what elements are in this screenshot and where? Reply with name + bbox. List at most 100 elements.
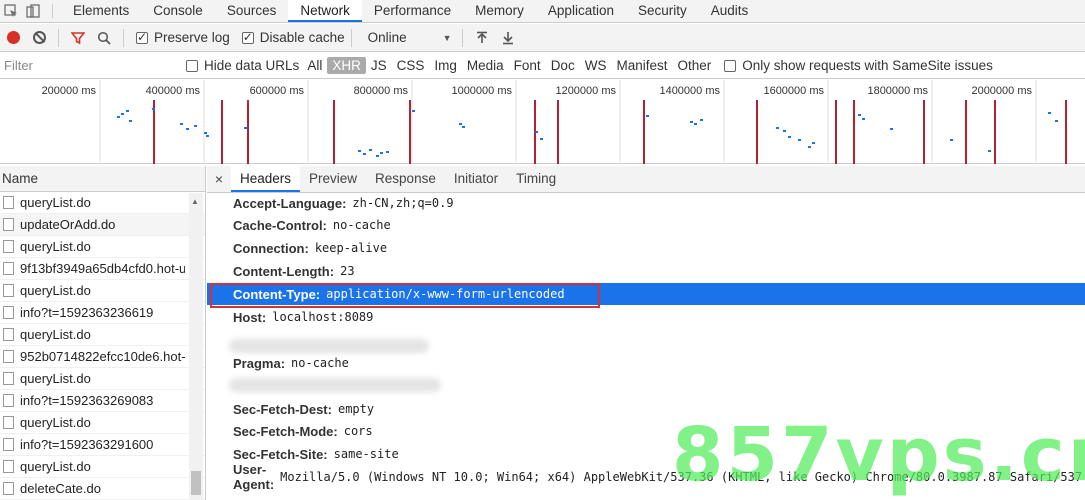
tab-elements[interactable]: Elements — [61, 0, 141, 22]
scrollbar-thumb[interactable] — [191, 471, 201, 495]
preserve-log-check[interactable] — [136, 30, 148, 44]
request-row[interactable]: queryList.do — [0, 236, 205, 258]
request-marker — [862, 118, 865, 120]
request-list-scrollbar[interactable]: ▲ — [189, 193, 203, 500]
request-name: 952b0714822efcc10de6.hot-u — [20, 349, 185, 364]
export-har-icon[interactable] — [495, 25, 521, 51]
disable-cache-check[interactable] — [241, 30, 254, 44]
scroll-up-icon[interactable]: ▲ — [191, 197, 199, 206]
tab-initiator[interactable]: Initiator — [445, 166, 507, 192]
tab-console[interactable]: Console — [141, 0, 215, 22]
samesite-issues-checkbox[interactable]: Only show requests with SameSite issues — [724, 58, 993, 73]
filter-type-xhr[interactable]: XHR — [327, 57, 366, 74]
header-key: Sec-Fetch-Mode: — [233, 423, 338, 439]
request-row[interactable]: 9f13bf3949a65db4cfd0.hot-u — [0, 258, 205, 280]
request-row[interactable]: deleteCate.do — [0, 478, 205, 500]
header-row[interactable]: Accept-Language: zh-CN,zh;q=0.9 — [207, 192, 1085, 214]
hide-data-urls-checkbox[interactable]: Hide data URLs — [186, 58, 299, 73]
header-row[interactable]: Cache-Control: no-cache — [207, 214, 1085, 236]
disable-cache-checkbox[interactable]: Disable cache — [241, 30, 345, 45]
filter-icon[interactable] — [65, 25, 91, 51]
file-icon — [3, 284, 14, 297]
request-marker — [462, 126, 465, 128]
request-row[interactable]: queryList.do — [0, 412, 205, 434]
toolbar-divider — [461, 28, 463, 47]
file-icon — [3, 196, 14, 209]
request-row[interactable]: queryList.do — [0, 280, 205, 302]
header-key: Sec-Fetch-Site: — [233, 446, 328, 462]
file-icon — [3, 394, 14, 407]
clear-icon[interactable] — [26, 25, 52, 51]
device-toolbar-icon[interactable] — [22, 0, 44, 22]
filter-type-other[interactable]: Other — [672, 57, 716, 74]
request-row[interactable]: info?t=1592363236619 — [0, 302, 205, 324]
close-icon[interactable]: × — [207, 166, 231, 192]
tab-timing[interactable]: Timing — [507, 166, 565, 192]
throttling-value: Online — [367, 30, 407, 45]
request-marker — [535, 131, 538, 133]
search-icon[interactable] — [91, 25, 117, 51]
request-row[interactable]: queryList.do — [0, 192, 205, 214]
filter-bar: Hide data URLs All XHR JS CSS Img Media … — [0, 53, 1085, 79]
request-row[interactable]: queryList.do — [0, 368, 205, 390]
header-value: localhost:8089 — [272, 310, 374, 324]
header-row[interactable]: Host: localhost:8089 — [207, 306, 1085, 328]
tab-security[interactable]: Security — [626, 0, 699, 22]
filter-type-all[interactable]: All — [302, 57, 327, 74]
request-row[interactable]: queryList.do — [0, 456, 205, 478]
tab-memory[interactable]: Memory — [463, 0, 536, 22]
samesite-issues-check[interactable] — [724, 59, 737, 72]
filter-input[interactable] — [4, 55, 176, 76]
request-row[interactable]: info?t=1592363269083 — [0, 390, 205, 412]
file-icon — [3, 240, 14, 253]
request-row[interactable]: updateOrAdd.do — [0, 214, 205, 236]
network-toolbar: Preserve log Disable cache Online ▼ — [0, 24, 1085, 52]
request-row[interactable]: 952b0714822efcc10de6.hot-u — [0, 346, 205, 368]
name-column-header[interactable]: Name — [0, 166, 205, 192]
file-icon — [3, 350, 14, 363]
header-key: Host: — [233, 309, 267, 325]
tab-performance[interactable]: Performance — [362, 0, 463, 22]
overview-timeline[interactable]: 200000 ms 400000 ms 600000 ms 800000 ms 1000… — [0, 80, 1085, 164]
tab-headers[interactable]: Headers — [231, 166, 301, 192]
import-har-icon[interactable] — [469, 25, 495, 51]
tab-sources[interactable]: Sources — [215, 0, 289, 22]
tab-application[interactable]: Application — [536, 0, 626, 22]
tab-response[interactable]: Response — [366, 166, 445, 192]
request-marker — [117, 116, 120, 118]
filter-type-manifest[interactable]: Manifest — [611, 57, 672, 74]
request-row[interactable]: queryList.do — [0, 324, 205, 346]
request-name: queryList.do — [20, 415, 91, 430]
request-marker — [152, 108, 155, 110]
preserve-log-checkbox[interactable]: Preserve log — [136, 30, 230, 45]
tab-audits[interactable]: Audits — [699, 0, 761, 22]
devtools-tabbar: Elements Console Sources Network Perform… — [0, 0, 1085, 23]
request-marker — [1055, 120, 1058, 122]
filter-type-doc[interactable]: Doc — [546, 57, 580, 74]
record-icon[interactable] — [0, 25, 26, 51]
header-row[interactable]: Connection: keep-alive — [207, 237, 1085, 259]
request-marker — [1048, 112, 1051, 114]
tab-preview[interactable]: Preview — [300, 166, 366, 192]
file-icon — [3, 306, 14, 319]
throttling-select[interactable]: Online ▼ — [368, 30, 452, 45]
request-row[interactable]: info?t=1592363291600 — [0, 434, 205, 456]
header-key: Connection: — [233, 240, 309, 256]
filter-type-media[interactable]: Media — [462, 57, 509, 74]
request-marker — [776, 127, 779, 129]
filter-type-ws[interactable]: WS — [580, 57, 612, 74]
header-row[interactable]: Content-Length: 23 — [207, 260, 1085, 282]
file-icon — [3, 416, 14, 429]
filter-type-img[interactable]: Img — [429, 57, 462, 74]
inspect-element-icon[interactable] — [0, 0, 22, 22]
request-marker — [783, 130, 786, 132]
header-row[interactable]: Pragma: no-cache — [207, 352, 1085, 374]
hide-data-urls-check[interactable] — [186, 59, 198, 72]
file-icon — [3, 328, 14, 341]
filter-type-css[interactable]: CSS — [392, 57, 430, 74]
filter-type-font[interactable]: Font — [509, 57, 546, 74]
tab-network[interactable]: Network — [288, 0, 362, 22]
network-overview[interactable]: 200000 ms 400000 ms 600000 ms 800000 ms 1000… — [0, 80, 1085, 164]
filter-type-js[interactable]: JS — [366, 57, 392, 74]
header-key: Accept-Language: — [233, 195, 347, 211]
